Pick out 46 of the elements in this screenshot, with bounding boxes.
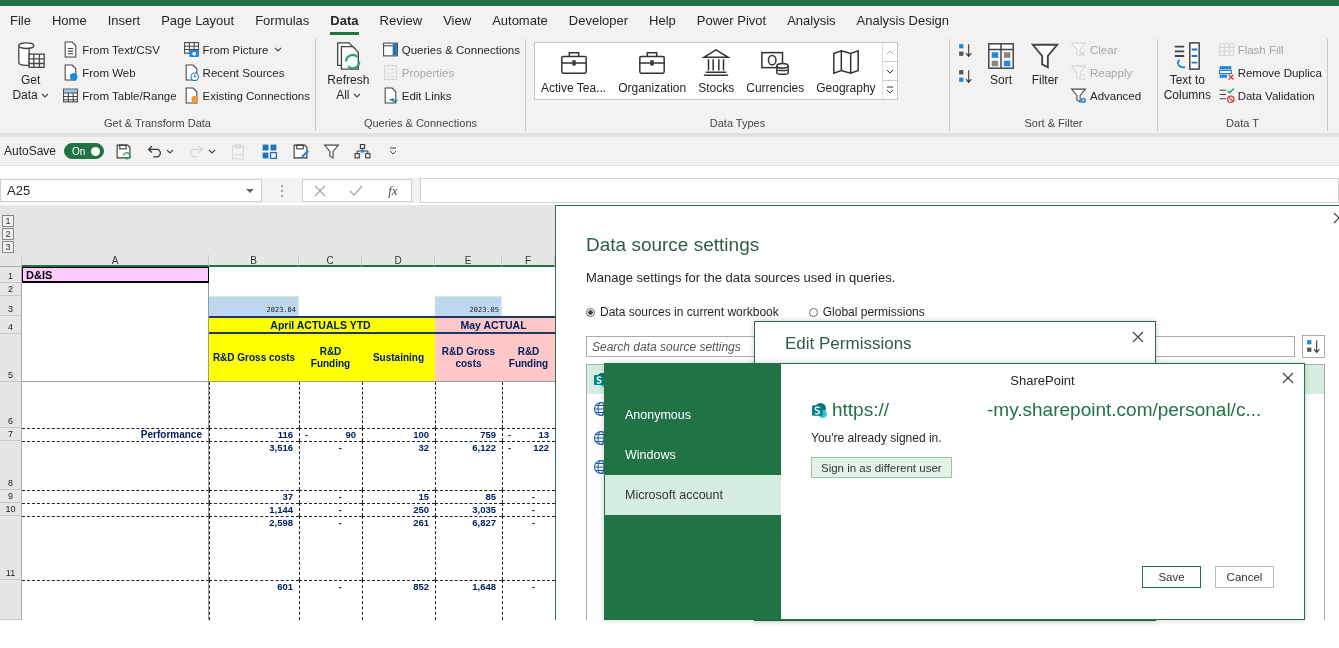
table-cell: -	[299, 580, 362, 620]
table-cell: 1,648	[435, 580, 502, 620]
url-text: https://	[832, 399, 890, 421]
table-cell: May ACTUAL	[435, 316, 555, 334]
table-cell: - 90	[299, 428, 362, 441]
table-cell: Sustaining	[362, 334, 435, 382]
table-cell: 3,035	[435, 503, 502, 516]
group-label: Queries & Connections	[362, 117, 479, 131]
dialog-title: Data source settings	[586, 234, 761, 256]
autosave-label: AutoSave	[4, 144, 57, 158]
dialog-title: Edit Permissions	[785, 334, 912, 354]
table-cell: -	[299, 490, 362, 503]
table-cell: 1,144	[209, 503, 299, 516]
table-cell: 85	[435, 490, 502, 503]
table-cell: R&D Funding	[502, 334, 555, 382]
dialog-title: SharePoint	[1009, 373, 1076, 388]
table-cell: R&D Funding	[299, 334, 362, 382]
status-text: You're already signed in.	[811, 431, 943, 445]
table-cell: 2,598	[209, 516, 299, 580]
table-cell: 116	[209, 428, 299, 441]
table-cell: 32	[362, 441, 435, 490]
table-cell: 3,516	[209, 441, 299, 490]
table-cell: -	[299, 441, 362, 490]
table-cell: 759	[435, 428, 502, 441]
table-cell: 6,827	[435, 516, 502, 580]
group-label: Data Types	[708, 117, 767, 131]
table-cell: Performance	[22, 428, 209, 441]
table-cell: 250	[362, 503, 435, 516]
dialog-description: Manage settings for the data sources used in queries.	[586, 270, 897, 285]
table-cell: R&D Gross costs	[435, 334, 502, 382]
url-text: -my.sharepoint.com/personal/c...	[987, 399, 1262, 421]
table-cell: 37	[209, 490, 299, 503]
table-cell: R&D Gross costs	[209, 334, 299, 382]
table-cell: 261	[362, 516, 435, 580]
group-label: Data T	[1225, 117, 1260, 131]
table-cell: -	[299, 503, 362, 516]
table-cell: 100	[362, 428, 435, 441]
table-cell: April ACTUALS YTD	[209, 316, 435, 334]
table-cell: 601	[209, 580, 299, 620]
table-cell: D&IS	[22, 267, 209, 283]
group-label: Get & Transform Data	[103, 117, 212, 131]
table-cell: -	[299, 516, 362, 580]
group-label: Sort & Filter	[1023, 117, 1084, 131]
table-cell: 6,122	[435, 441, 502, 490]
table-cell: 15	[362, 490, 435, 503]
table-cell: 852	[362, 580, 435, 620]
